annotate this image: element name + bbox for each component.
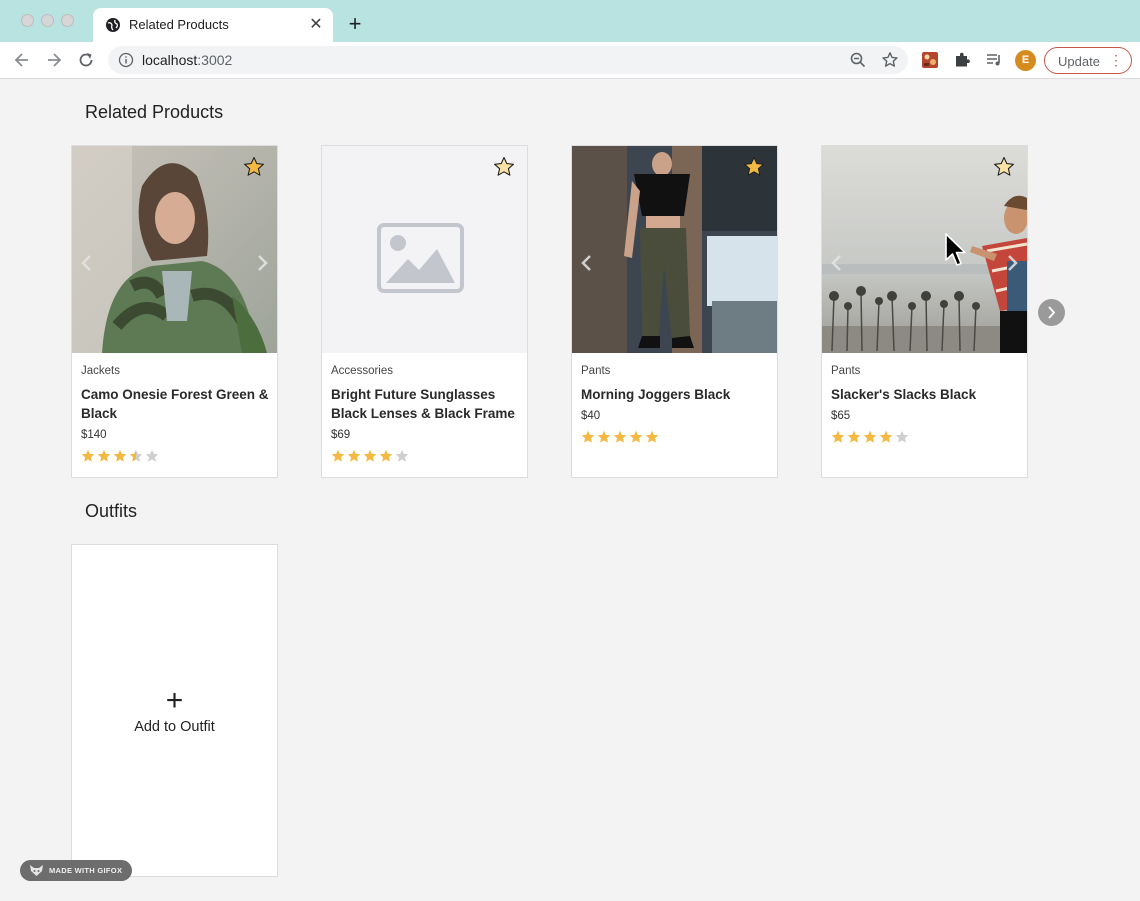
gifox-watermark: MADE WITH GIFOX <box>20 860 132 881</box>
empty-star-icon <box>145 449 159 462</box>
product-name[interactable]: Morning Joggers Black <box>581 385 771 404</box>
plus-icon: + <box>165 684 184 717</box>
product-card[interactable]: Accessories Bright Future Sunglasses Bla… <box>321 145 528 478</box>
watermark-text: MADE WITH GIFOX <box>49 866 123 875</box>
image-prev-arrow-icon[interactable] <box>580 254 594 272</box>
star-icon <box>97 449 111 462</box>
star-icon <box>379 449 393 462</box>
extension-image-icon[interactable] <box>921 51 939 69</box>
menu-dots-icon: ⋮ <box>1109 52 1123 68</box>
chevron-right-icon <box>1048 306 1056 319</box>
product-price: $140 <box>81 429 107 441</box>
profile-avatar[interactable]: E <box>1015 50 1036 71</box>
product-card[interactable]: Pants Slacker's Slacks Black $65 <box>821 145 1028 478</box>
url-port: :3002 <box>197 52 233 68</box>
star-rating <box>831 430 909 444</box>
forward-arrow-icon[interactable] <box>44 50 64 70</box>
browser-toolbar: localhost:3002 E Update ⋮ <box>0 42 1140 79</box>
star-icon <box>363 449 377 462</box>
media-playlist-icon[interactable] <box>985 51 1003 69</box>
product-category: Accessories <box>331 365 393 377</box>
favorite-star-icon[interactable] <box>493 156 515 178</box>
product-name[interactable]: Slacker's Slacks Black <box>831 385 1021 404</box>
image-prev-arrow-icon[interactable] <box>830 254 844 272</box>
star-icon <box>847 430 861 443</box>
product-card[interactable]: Pants Morning Joggers Black $40 <box>571 145 778 478</box>
outfits-title: Outfits <box>85 501 138 521</box>
mouse-cursor-icon <box>945 233 966 266</box>
star-rating <box>81 449 159 463</box>
star-icon <box>879 430 893 443</box>
star-icon <box>863 430 877 443</box>
address-bar[interactable]: localhost:3002 <box>108 46 908 74</box>
product-name[interactable]: Bright Future Sunglasses Black Lenses & … <box>331 385 521 423</box>
extensions-puzzle-icon[interactable] <box>953 51 971 69</box>
star-icon <box>581 430 595 443</box>
product-price: $69 <box>331 429 351 441</box>
product-category: Pants <box>581 365 611 377</box>
product-image <box>572 146 777 353</box>
add-to-outfit-card[interactable]: + Add to Outfit <box>71 544 278 877</box>
product-category: Jackets <box>81 365 120 377</box>
url-host: localhost <box>142 52 198 68</box>
product-name[interactable]: Camo Onesie Forest Green & Black <box>81 385 271 423</box>
tab-title: Related Products <box>129 17 229 32</box>
product-card[interactable]: Jackets Camo Onesie Forest Green & Black… <box>71 145 278 478</box>
back-arrow-icon[interactable] <box>12 50 32 70</box>
product-category: Pants <box>831 365 861 377</box>
related-products-title: Related Products <box>85 102 224 122</box>
globe-icon <box>106 18 120 32</box>
product-image <box>72 146 277 353</box>
image-prev-arrow-icon[interactable] <box>80 254 94 272</box>
image-next-arrow-icon[interactable] <box>1005 254 1019 272</box>
star-icon <box>597 430 611 443</box>
star-icon <box>113 449 127 462</box>
star-icon <box>613 430 627 443</box>
window-close-button[interactable] <box>21 14 34 27</box>
add-to-outfit-label: Add to Outfit <box>134 719 215 735</box>
new-tab-button[interactable]: + <box>344 13 366 35</box>
star-icon <box>645 430 659 443</box>
favorite-star-icon[interactable] <box>993 156 1015 178</box>
update-label: Update <box>1058 54 1100 69</box>
window-maximize-button[interactable] <box>61 14 74 27</box>
image-next-arrow-icon[interactable] <box>255 254 269 272</box>
site-info-icon[interactable] <box>118 52 134 68</box>
star-icon <box>831 430 845 443</box>
reload-icon[interactable] <box>76 50 96 70</box>
browser-titlebar: Related Products ✕ + <box>0 0 1140 42</box>
tab-close-icon[interactable]: ✕ <box>307 16 325 34</box>
zoom-icon[interactable] <box>849 51 867 69</box>
favorite-star-icon[interactable] <box>743 156 765 178</box>
product-image <box>822 146 1027 353</box>
star-rating <box>581 430 659 444</box>
star-rating <box>331 449 409 463</box>
bookmark-star-icon[interactable] <box>881 51 899 69</box>
star-icon <box>629 430 643 443</box>
carousel-next-button[interactable] <box>1038 299 1065 326</box>
star-icon <box>347 449 361 462</box>
url-text: localhost:3002 <box>142 52 232 68</box>
empty-star-icon <box>395 449 409 462</box>
fox-logo-icon <box>30 865 43 876</box>
window-minimize-button[interactable] <box>41 14 54 27</box>
star-icon <box>81 449 95 462</box>
product-price: $40 <box>581 410 601 422</box>
browser-tab[interactable]: Related Products ✕ <box>93 8 333 42</box>
product-image <box>322 146 527 353</box>
empty-star-icon <box>895 430 909 443</box>
product-price: $65 <box>831 410 851 422</box>
update-button[interactable]: Update ⋮ <box>1044 47 1132 74</box>
image-placeholder-icon <box>377 223 464 293</box>
star-icon <box>331 449 345 462</box>
half-star-icon <box>129 449 143 462</box>
favorite-star-icon[interactable] <box>243 156 265 178</box>
